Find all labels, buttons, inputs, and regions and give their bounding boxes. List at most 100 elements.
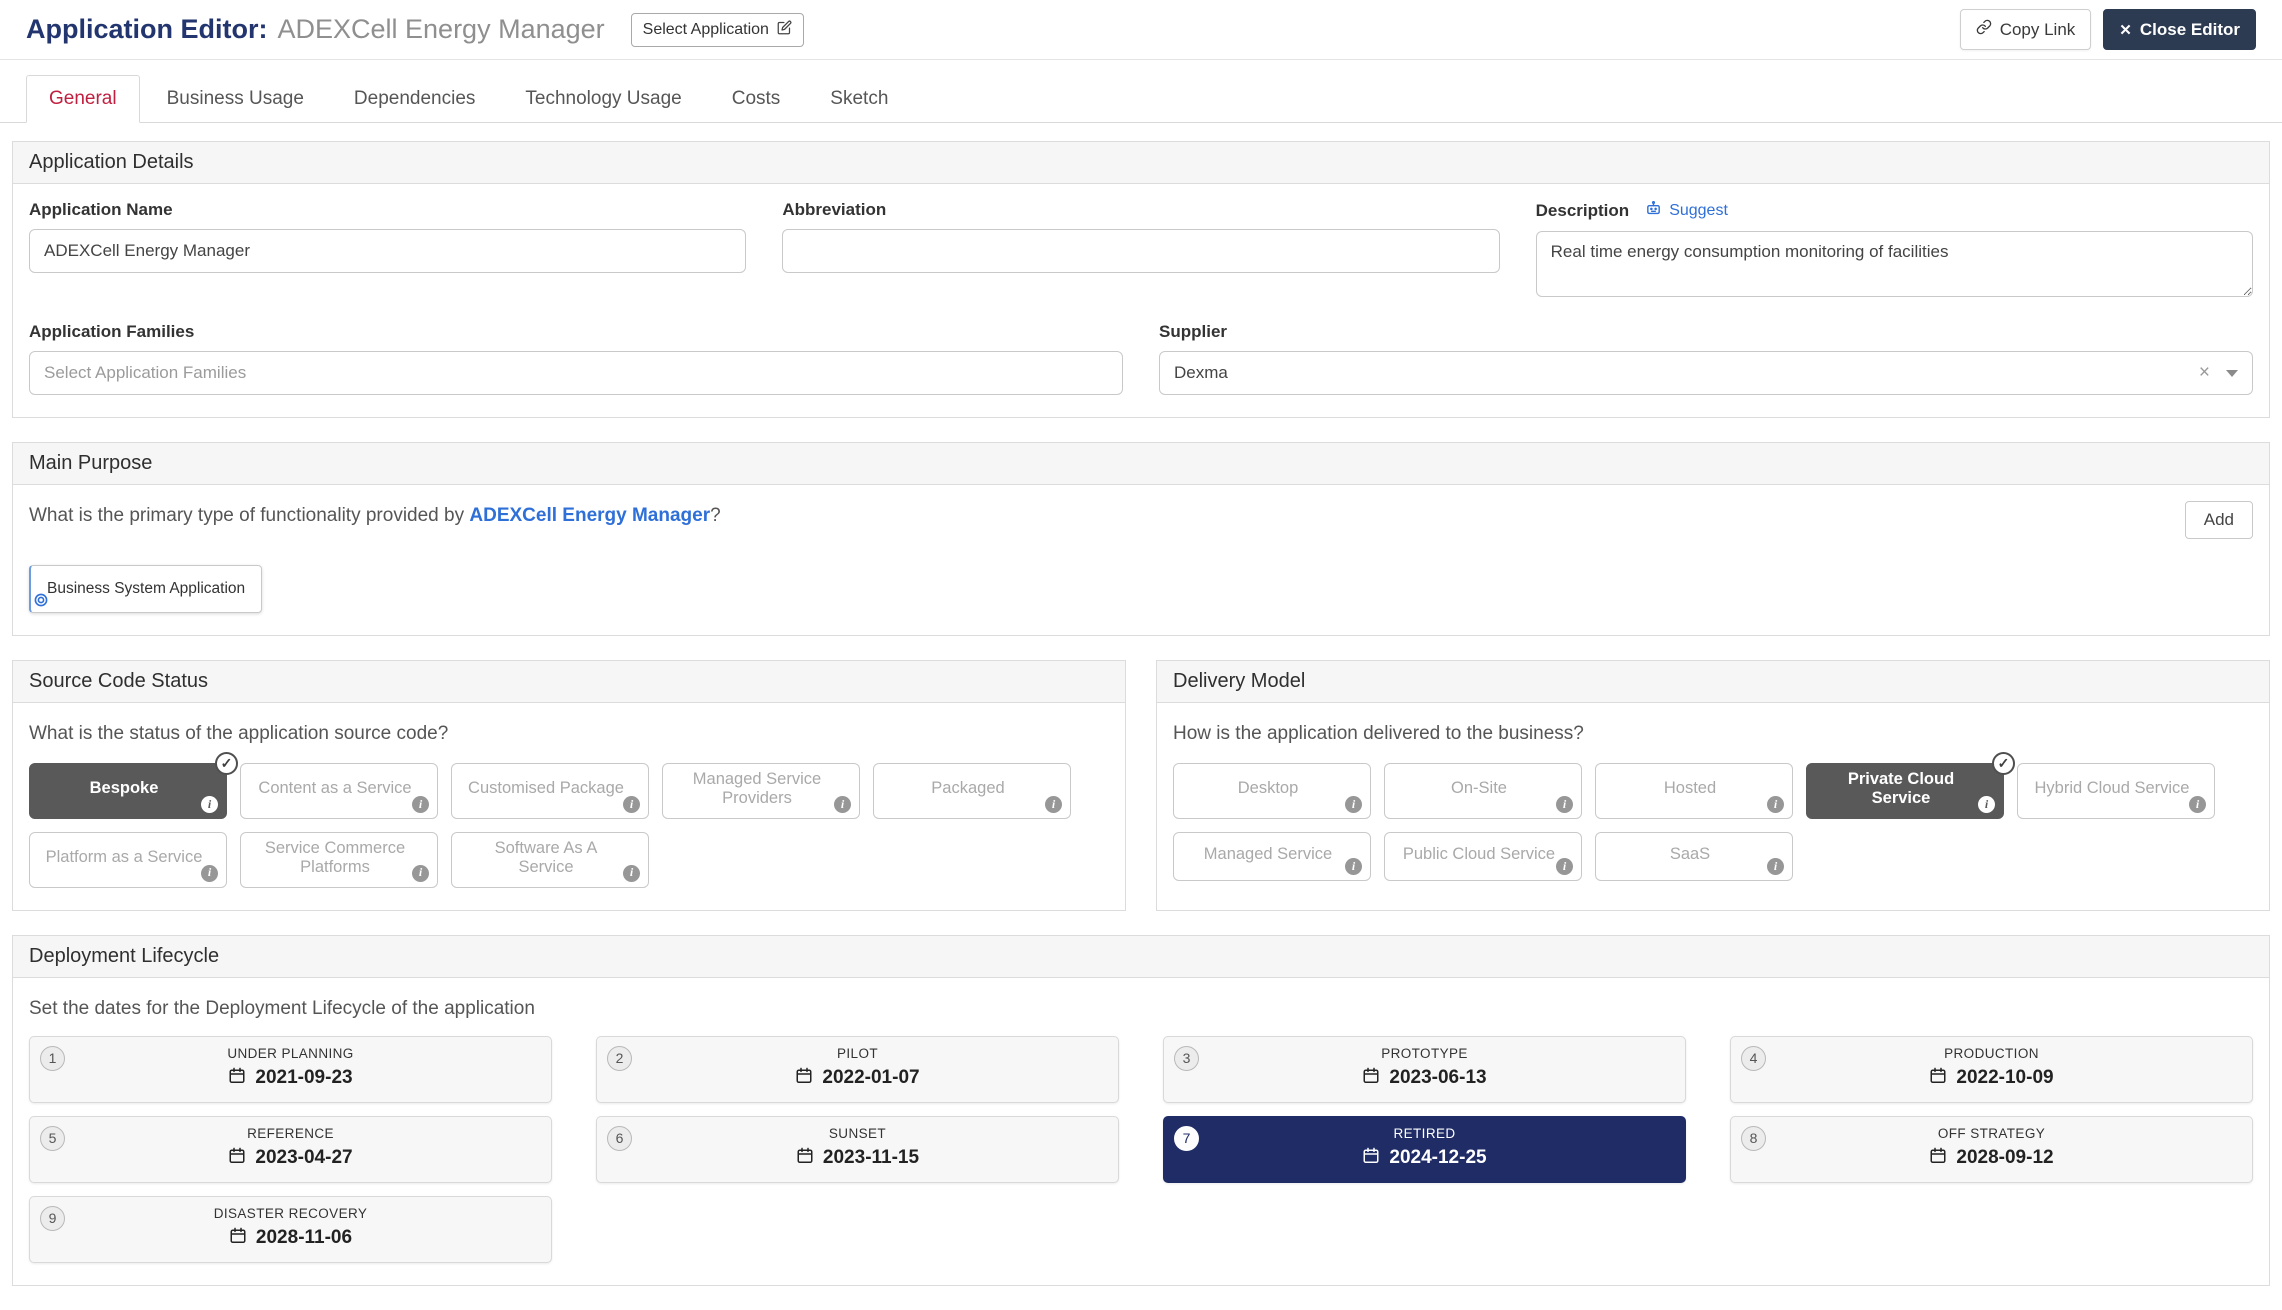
tab-bar: General Business Usage Dependencies Tech… <box>0 60 2282 123</box>
option-customised-package[interactable]: Customised Package i <box>451 763 649 819</box>
main-purpose-chip-label: Business System Application <box>47 580 245 597</box>
copy-link-button[interactable]: Copy Link <box>1960 9 2092 50</box>
info-icon[interactable]: i <box>1045 796 1062 813</box>
option-hybrid-cloud-service[interactable]: Hybrid Cloud Service i <box>2017 763 2215 819</box>
info-icon[interactable]: i <box>623 865 640 882</box>
calendar-icon <box>1362 1066 1380 1091</box>
select-application-button[interactable]: Select Application <box>631 13 804 47</box>
lifecycle-stage-retired[interactable]: 7 RETIRED 2024-12-25 <box>1163 1116 1686 1183</box>
lifecycle-stage-production[interactable]: 4 PRODUCTION 2022-10-09 <box>1730 1036 2253 1103</box>
tab-dependencies[interactable]: Dependencies <box>331 75 498 123</box>
option-saas[interactable]: SaaS i <box>1595 832 1793 881</box>
lifecycle-stage-pilot[interactable]: 2 PILOT 2022-01-07 <box>596 1036 1119 1103</box>
stage-number-badge: 8 <box>1741 1126 1766 1151</box>
close-editor-button[interactable]: ✕ Close Editor <box>2103 9 2256 50</box>
info-icon[interactable]: i <box>201 796 218 813</box>
calendar-icon <box>1929 1066 1947 1091</box>
section-delivery-model: Delivery Model How is the application de… <box>1156 660 2270 911</box>
deployment-lifecycle-description: Set the dates for the Deployment Lifecyc… <box>29 998 2253 1020</box>
supplier-dropdown-icon[interactable] <box>2226 370 2238 377</box>
source-code-status-question: What is the status of the application so… <box>29 723 1109 745</box>
option-software-as-a-service[interactable]: Software As A Service i <box>451 832 649 888</box>
option-private-cloud-service[interactable]: Private Cloud Service ✓ i <box>1806 763 2004 819</box>
option-managed-service[interactable]: Managed Service i <box>1173 832 1371 881</box>
info-icon[interactable]: i <box>412 796 429 813</box>
source-code-status-title: Source Code Status <box>13 661 1125 703</box>
info-icon[interactable]: i <box>1978 796 1995 813</box>
section-source-code-status: Source Code Status What is the status of… <box>12 660 1126 911</box>
option-public-cloud-service[interactable]: Public Cloud Service i <box>1384 832 1582 881</box>
tab-general[interactable]: General <box>26 75 140 123</box>
calendar-icon <box>229 1226 247 1251</box>
main-purpose-question: What is the primary type of functionalit… <box>29 505 721 527</box>
add-purpose-button[interactable]: Add <box>2185 501 2253 539</box>
page-title: Application Editor: <box>26 14 267 45</box>
lifecycle-stage-off-strategy[interactable]: 8 OFF STRATEGY 2028-09-12 <box>1730 1116 2253 1183</box>
lifecycle-stage-disaster-recovery[interactable]: 9 DISASTER RECOVERY 2028-11-06 <box>29 1196 552 1263</box>
option-packaged[interactable]: Packaged i <box>873 763 1071 819</box>
tab-business-usage[interactable]: Business Usage <box>144 75 327 123</box>
main-purpose-chip[interactable]: Business System Application <box>29 565 262 613</box>
supplier-clear-icon[interactable]: × <box>2199 362 2210 384</box>
lifecycle-stage-sunset[interactable]: 6 SUNSET 2023-11-15 <box>596 1116 1119 1183</box>
option-service-commerce-platforms[interactable]: Service Commerce Platforms i <box>240 832 438 888</box>
stage-number-badge: 4 <box>1741 1046 1766 1071</box>
option-managed-service-providers[interactable]: Managed Service Providers i <box>662 763 860 819</box>
option-platform-as-a-service[interactable]: Platform as a Service i <box>29 832 227 888</box>
supplier-select[interactable]: Dexma × <box>1159 351 2253 395</box>
info-icon[interactable]: i <box>1345 858 1362 875</box>
info-icon[interactable]: i <box>1767 858 1784 875</box>
main-purpose-title: Main Purpose <box>13 443 2269 485</box>
application-details-title: Application Details <box>13 142 2269 184</box>
application-name-input[interactable] <box>29 229 746 273</box>
supplier-value: Dexma <box>1174 363 2199 383</box>
tab-sketch[interactable]: Sketch <box>807 75 911 123</box>
info-icon[interactable]: i <box>1767 796 1784 813</box>
tab-technology-usage[interactable]: Technology Usage <box>502 75 704 123</box>
check-icon: ✓ <box>215 752 238 775</box>
stage-number-badge: 9 <box>40 1206 65 1231</box>
option-bespoke[interactable]: Bespoke ✓ i <box>29 763 227 819</box>
suggest-label: Suggest <box>1669 202 1728 220</box>
info-icon[interactable]: i <box>1556 796 1573 813</box>
tab-costs[interactable]: Costs <box>709 75 804 123</box>
description-textarea[interactable]: Real time energy consumption monitoring … <box>1536 231 2253 297</box>
calendar-icon <box>1362 1146 1380 1171</box>
info-icon[interactable]: i <box>623 796 640 813</box>
close-icon: ✕ <box>2119 21 2132 39</box>
info-icon[interactable]: i <box>2189 796 2206 813</box>
stage-number-badge: 1 <box>40 1046 65 1071</box>
abbreviation-label: Abbreviation <box>782 200 1499 220</box>
info-icon[interactable]: i <box>201 865 218 882</box>
application-families-label: Application Families <box>29 322 1123 342</box>
info-icon[interactable]: i <box>1556 858 1573 875</box>
option-content-as-a-service[interactable]: Content as a Service i <box>240 763 438 819</box>
application-families-input[interactable] <box>29 351 1123 395</box>
stage-number-badge: 3 <box>1174 1046 1199 1071</box>
lifecycle-stage-under-planning[interactable]: 1 UNDER PLANNING 2021-09-23 <box>29 1036 552 1103</box>
bullseye-icon <box>33 592 49 613</box>
info-icon[interactable]: i <box>834 796 851 813</box>
lifecycle-stage-reference[interactable]: 5 REFERENCE 2023-04-27 <box>29 1116 552 1183</box>
stage-number-badge: 5 <box>40 1126 65 1151</box>
question-app-name-link[interactable]: ADEXCell Energy Manager <box>469 505 710 526</box>
calendar-icon <box>796 1146 814 1171</box>
suggest-link[interactable]: Suggest <box>1645 200 1728 222</box>
lifecycle-stage-prototype[interactable]: 3 PROTOTYPE 2023-06-13 <box>1163 1036 1686 1103</box>
lifecycle-grid: 1 UNDER PLANNING 2021-09-23 2 PILOT 2022… <box>29 1036 2253 1263</box>
calendar-icon <box>795 1066 813 1091</box>
stage-number-badge: 7 <box>1174 1126 1199 1151</box>
supplier-label: Supplier <box>1159 322 2253 342</box>
option-hosted[interactable]: Hosted i <box>1595 763 1793 819</box>
info-icon[interactable]: i <box>412 865 429 882</box>
option-desktop[interactable]: Desktop i <box>1173 763 1371 819</box>
option-on-site[interactable]: On-Site i <box>1384 763 1582 819</box>
check-icon: ✓ <box>1992 752 2015 775</box>
section-deployment-lifecycle: Deployment Lifecycle Set the dates for t… <box>12 935 2270 1286</box>
section-application-details: Application Details Application Name Abb… <box>12 141 2270 418</box>
select-application-label: Select Application <box>643 21 769 39</box>
edit-icon <box>777 20 792 40</box>
stage-number-badge: 6 <box>607 1126 632 1151</box>
abbreviation-input[interactable] <box>782 229 1499 273</box>
info-icon[interactable]: i <box>1345 796 1362 813</box>
